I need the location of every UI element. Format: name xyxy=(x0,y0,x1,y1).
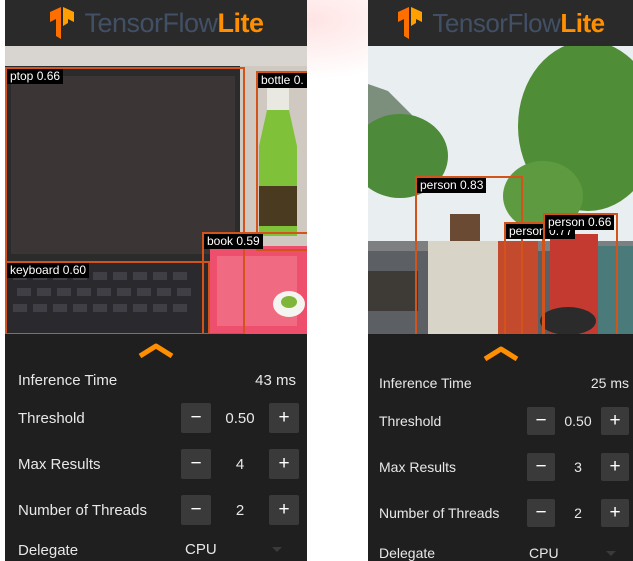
delegate-row[interactable]: Delegate xyxy=(18,533,299,561)
delegate-label: Delegate xyxy=(18,541,79,559)
threads-row: Number of Threads − 2 + xyxy=(379,496,629,530)
threads-plus-button[interactable]: + xyxy=(269,495,299,525)
threshold-value: 0.50 xyxy=(564,413,592,429)
chevron-up-icon[interactable] xyxy=(482,345,520,361)
max-results-stepper: − 3 + xyxy=(527,453,629,481)
threshold-plus-button[interactable]: + xyxy=(269,403,299,433)
detection-box: keyboard 0.60 xyxy=(5,261,210,334)
threads-plus-button[interactable]: + xyxy=(601,499,629,527)
threads-value: 2 xyxy=(574,505,582,521)
tensorflow-logo-icon xyxy=(398,7,423,39)
inference-time-value: 43 ms xyxy=(255,371,296,389)
app-title-accent: Lite xyxy=(217,7,265,38)
dropdown-arrow-icon[interactable] xyxy=(606,551,616,556)
detection-box: person 0.77 xyxy=(504,222,576,334)
threshold-value: 0.50 xyxy=(225,409,255,427)
app-bar: TensorFlowLite xyxy=(5,0,307,46)
chevron-up-icon[interactable] xyxy=(137,342,175,358)
threshold-label: Threshold xyxy=(379,413,442,429)
delegate-select[interactable]: CPU xyxy=(529,545,559,561)
max-results-plus-button[interactable]: + xyxy=(601,453,629,481)
delegate-label: Delegate xyxy=(379,545,436,561)
max-results-minus-button[interactable]: − xyxy=(181,449,211,479)
max-results-stepper: − 4 + xyxy=(181,449,299,479)
detection-label: person 0.83 xyxy=(417,178,487,193)
inference-time-label: Inference Time xyxy=(18,371,118,389)
app-title: TensorFlowLite xyxy=(84,7,265,39)
max-results-row: Max Results − 3 + xyxy=(379,450,629,484)
inference-time-row: Inference Time 25 ms xyxy=(379,366,629,400)
threshold-label: Threshold xyxy=(18,409,85,427)
detection-box: book 0.59 xyxy=(202,232,307,334)
detection-label: ptop 0.66 xyxy=(7,69,64,84)
max-results-label: Max Results xyxy=(379,459,457,475)
dropdown-arrow-icon[interactable] xyxy=(272,547,282,552)
camera-preview: person 0.83 person 0.77 person 0.66 xyxy=(368,46,633,334)
detection-label: bottle 0. xyxy=(258,73,307,88)
threads-stepper: − 2 + xyxy=(181,495,299,525)
tensorflow-logo-icon xyxy=(50,7,75,39)
max-results-plus-button[interactable]: + xyxy=(269,449,299,479)
max-results-value: 3 xyxy=(574,459,582,475)
threads-minus-button[interactable]: − xyxy=(527,499,555,527)
threshold-row: Threshold − 0.50 + xyxy=(379,404,629,438)
threshold-minus-button[interactable]: − xyxy=(527,407,555,435)
inference-time-value: 25 ms xyxy=(590,375,629,391)
threshold-stepper: − 0.50 + xyxy=(527,407,629,435)
app-title-accent: Lite xyxy=(560,7,605,38)
max-results-row: Max Results − 4 + xyxy=(18,447,299,481)
threads-value: 2 xyxy=(235,501,245,519)
inference-time-label: Inference Time xyxy=(379,375,472,391)
app-title: TensorFlowLite xyxy=(432,7,605,39)
phone-screen-desk: TensorFlowLite ptop 0.66 bottle 0. book … xyxy=(5,0,307,561)
app-bar: TensorFlowLite xyxy=(368,0,633,46)
threads-label: Number of Threads xyxy=(18,501,147,519)
app-title-main: TensorFlow xyxy=(432,7,561,38)
max-results-value: 4 xyxy=(235,455,245,473)
bottom-sheet: Inference Time 25 ms Threshold − 0.50 + … xyxy=(368,337,633,561)
detection-label: person 0.66 xyxy=(545,215,615,230)
detection-box: bottle 0. xyxy=(256,71,307,251)
threshold-row: Threshold − 0.50 + xyxy=(18,401,299,435)
camera-preview: ptop 0.66 bottle 0. book 0.59 keyboard 0… xyxy=(5,46,307,334)
threshold-plus-button[interactable]: + xyxy=(601,407,629,435)
bottom-sheet: Inference Time 43 ms Threshold − 0.50 + … xyxy=(5,334,307,561)
detection-label: book 0.59 xyxy=(204,234,263,249)
max-results-minus-button[interactable]: − xyxy=(527,453,555,481)
detection-label: keyboard 0.60 xyxy=(7,263,90,278)
detection-box: person 0.66 xyxy=(543,213,618,334)
threshold-minus-button[interactable]: − xyxy=(181,403,211,433)
delegate-select[interactable]: CPU xyxy=(185,541,217,558)
threshold-stepper: − 0.50 + xyxy=(181,403,299,433)
threads-row: Number of Threads − 2 + xyxy=(18,493,299,527)
max-results-label: Max Results xyxy=(18,455,101,473)
threads-label: Number of Threads xyxy=(379,505,500,521)
phone-screen-street: TensorFlowLite person 0.83 person 0.77 p… xyxy=(368,0,633,561)
app-title-main: TensorFlow xyxy=(84,7,218,38)
inference-time-row: Inference Time 43 ms xyxy=(18,363,299,397)
threads-minus-button[interactable]: − xyxy=(181,495,211,525)
threads-stepper: − 2 + xyxy=(527,499,629,527)
delegate-row[interactable]: Delegate xyxy=(379,536,629,561)
